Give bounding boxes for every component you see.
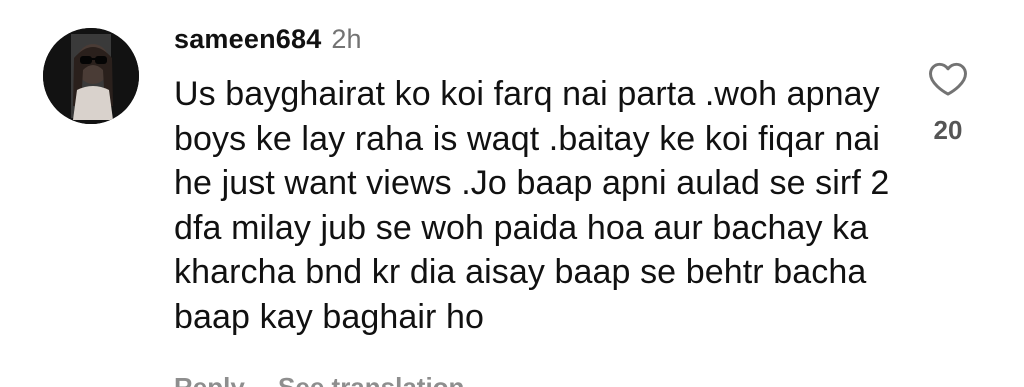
- like-control: 20: [918, 58, 978, 146]
- comment-header: sameen684 2h: [174, 24, 361, 60]
- see-translation-button[interactable]: See translation: [278, 372, 464, 387]
- comment-actions: Reply See translation: [174, 372, 490, 387]
- reply-button[interactable]: Reply: [174, 372, 245, 387]
- avatar[interactable]: [43, 28, 139, 124]
- comment-text: Us bayghairat ko koi farq nai parta .woh…: [174, 75, 890, 336]
- timestamp: 2h: [331, 24, 362, 54]
- avatar-photo: [43, 28, 139, 124]
- comment-item: sameen684 2h Us bayghairat ko koi farq n…: [0, 0, 1024, 387]
- username[interactable]: sameen684: [174, 24, 321, 55]
- like-count: 20: [933, 115, 963, 145]
- heart-outline-icon[interactable]: [926, 58, 970, 100]
